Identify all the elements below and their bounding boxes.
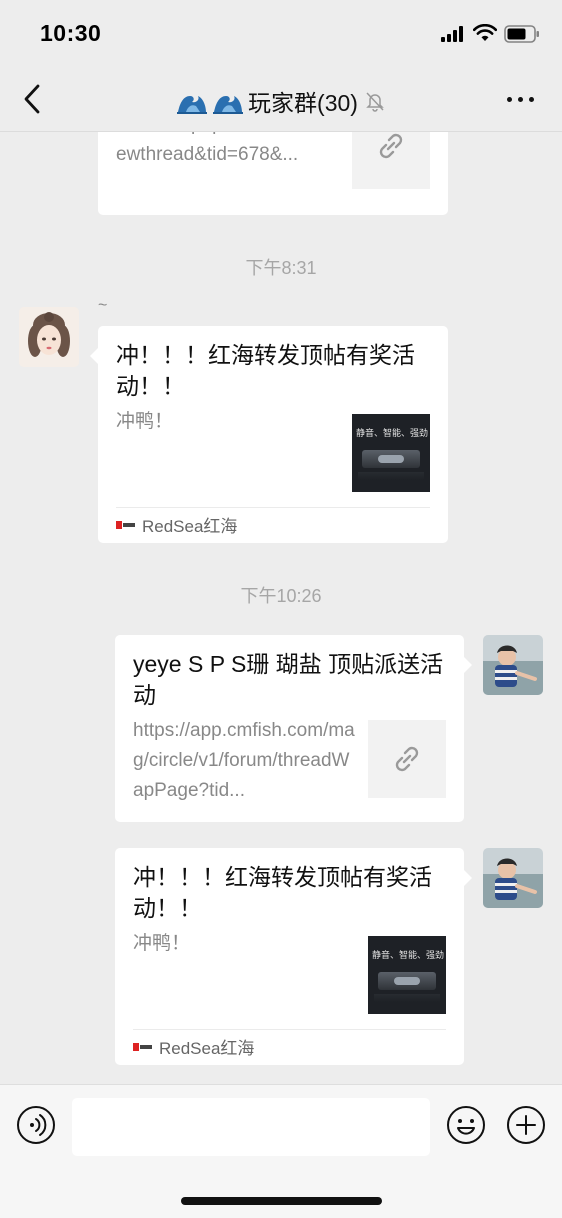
article-card-title: 冲！！！红海转发顶帖有奖活动！！: [133, 864, 432, 921]
link-card-url-line: ewthread&tid=678&...: [116, 144, 299, 165]
article-thumbnail: 静音、智能、强劲: [352, 414, 430, 492]
avatar[interactable]: [483, 635, 543, 695]
nav-bar: 玩家群(30): [0, 66, 562, 132]
link-icon: [379, 133, 403, 158]
voice-icon[interactable]: [16, 1105, 56, 1145]
status-time: 10:30: [40, 20, 102, 46]
avatar[interactable]: [483, 848, 543, 908]
chat-title: 玩家群(30): [248, 90, 358, 116]
source-name: RedSea红海: [142, 517, 238, 536]
avatar-image: [483, 848, 543, 908]
battery-icon: [504, 25, 539, 43]
time-label: 下午10:26: [240, 586, 322, 606]
article-card-title: 冲！！！红海转发顶帖有奖活动！！: [116, 342, 415, 399]
article-source: RedSea红海: [116, 512, 237, 537]
link-thumbnail: [368, 720, 446, 798]
redsea-logo: [116, 520, 136, 530]
emoji-icon[interactable]: [446, 1105, 486, 1145]
article-card-desc: 冲鸭！: [133, 933, 191, 954]
status-bar: 10:30: [0, 0, 562, 66]
card-divider: [133, 1029, 446, 1030]
article-source: RedSea红海: [133, 1034, 254, 1059]
avatar-image: [19, 307, 79, 367]
redsea-logo: [133, 1042, 153, 1052]
nav-title-area: 玩家群(30): [0, 84, 562, 116]
link-card-message[interactable]: m/forum.php?mod=vi ewthread&tid=678&...: [98, 132, 448, 215]
more-dots-icon[interactable]: [505, 94, 537, 106]
link-card-message[interactable]: yeye S P S珊 瑚盐 顶贴派送活动 https://app.cmfish…: [115, 635, 472, 822]
link-icon: [395, 746, 419, 772]
link-card-url: https://app.cmfish.com/mag/circle/v1/for…: [133, 720, 355, 801]
avatar-image: [483, 635, 543, 695]
chat-area[interactable]: m/forum.php?mod=vi ewthread&tid=678&... …: [0, 132, 562, 1084]
article-card-desc: 冲鸭！: [116, 411, 174, 432]
thumbnail-text: 静音、智能、强劲: [356, 428, 429, 438]
time-label: 下午8:31: [245, 258, 317, 278]
card-divider: [116, 507, 430, 508]
plus-circle-icon[interactable]: [506, 1105, 546, 1145]
article-thumbnail: 静音、智能、强劲: [368, 936, 446, 1014]
link-thumbnail: [352, 132, 430, 189]
avatar[interactable]: [19, 307, 79, 367]
wifi-icon: [473, 24, 497, 41]
article-card-message[interactable]: 冲！！！红海转发顶帖有奖活动！！ 冲鸭！ 静音、智能、强劲 RedSea红海: [90, 326, 448, 543]
link-card-url-line: m/forum.php?mod=vi: [116, 132, 346, 140]
article-card-message[interactable]: 冲！！！红海转发顶帖有奖活动！！ 冲鸭！ 静音、智能、强劲 RedSea红海: [115, 848, 472, 1065]
wave-icon: [213, 96, 244, 114]
link-card-title: yeye S P S珊 瑚盐 顶贴派送活动: [133, 651, 444, 708]
source-name: RedSea红海: [159, 1039, 255, 1058]
bell-muted-icon: [366, 92, 384, 112]
wave-icon: [177, 96, 208, 114]
thumbnail-text: 静音、智能、强劲: [372, 950, 445, 960]
home-indicator: [181, 1197, 382, 1205]
message-input[interactable]: [72, 1098, 430, 1156]
sender-name: ~: [98, 297, 108, 314]
cellular-signal-icon: [441, 26, 463, 42]
